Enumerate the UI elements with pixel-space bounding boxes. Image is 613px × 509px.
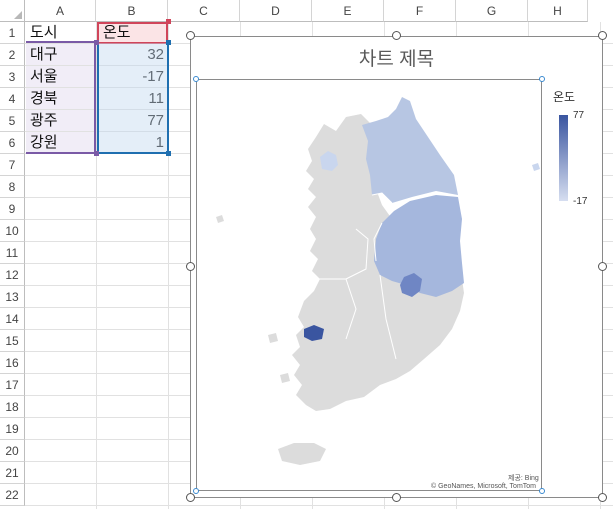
row-header-16[interactable]: 16 [0,352,25,374]
row-header-1[interactable]: 1 [0,22,25,44]
column-header-f[interactable]: F [384,0,456,22]
attribution-provider: 제공: Bing [508,475,539,482]
legend-title: 온도 [553,90,576,104]
range-handle[interactable] [94,40,99,45]
legend-max-value: 77 [573,110,585,121]
chart-resize-handle-br[interactable] [598,493,607,502]
row-header-12[interactable]: 12 [0,264,25,286]
row-header-10[interactable]: 10 [0,220,25,242]
row-header-5[interactable]: 5 [0,110,25,132]
row-header-22[interactable]: 22 [0,484,25,506]
row-header-17[interactable]: 17 [0,374,25,396]
cell-b1[interactable]: 온도 [97,22,168,44]
row-header-8[interactable]: 8 [0,176,25,198]
island [280,373,290,383]
range-a-highlight [26,43,96,154]
chart-resize-handle-l[interactable] [186,262,195,271]
chart-resize-handle-tl[interactable] [186,31,195,40]
range-handle[interactable] [166,19,171,24]
row-header-19[interactable]: 19 [0,418,25,440]
select-all-corner[interactable] [0,0,25,22]
row-header-7[interactable]: 7 [0,154,25,176]
row-header-13[interactable]: 13 [0,286,25,308]
plot-resize-handle-br[interactable] [539,488,545,494]
chart-resize-handle-t[interactable] [392,31,401,40]
plot-resize-handle-tl[interactable] [193,76,199,82]
plot-resize-handle-bl[interactable] [193,488,199,494]
attribution-copyright: © GeoNames, Microsoft, TomTom [431,483,536,490]
column-header-h[interactable]: H [528,0,588,22]
chart-resize-handle-tr[interactable] [598,31,607,40]
row-header-4[interactable]: 4 [0,88,25,110]
region-jeju [278,443,326,465]
column-header-d[interactable]: D [240,0,312,22]
row-header-14[interactable]: 14 [0,308,25,330]
chart-resize-handle-r[interactable] [598,262,607,271]
column-header-g[interactable]: G [456,0,528,22]
row-header-2[interactable]: 2 [0,44,25,66]
region-gangwon [362,97,458,203]
korea-map [216,97,540,465]
chart-resize-handle-b[interactable] [392,493,401,502]
island [216,215,224,223]
row-header-15[interactable]: 15 [0,330,25,352]
island [268,333,278,343]
island [532,163,540,171]
range-b-highlight [97,43,169,154]
row-header-11[interactable]: 11 [0,242,25,264]
row-header-21[interactable]: 21 [0,462,25,484]
range-handle[interactable] [94,151,99,156]
chart-title[interactable]: 차트 제목 [190,44,603,71]
plot-resize-handle-tr[interactable] [539,76,545,82]
row-header-3[interactable]: 3 [0,66,25,88]
cell-a1[interactable]: 도시 [26,22,96,43]
column-header-c[interactable]: C [168,0,240,22]
chart-resize-handle-bl[interactable] [186,493,195,502]
column-header-a[interactable]: A [25,0,96,22]
range-handle[interactable] [166,40,171,45]
range-handle[interactable] [166,151,171,156]
row-header-20[interactable]: 20 [0,440,25,462]
row-header-18[interactable]: 18 [0,396,25,418]
legend-color-scale [559,115,568,201]
column-header-b[interactable]: B [96,0,168,22]
legend-min-value: -17 [573,196,588,207]
row-header-6[interactable]: 6 [0,132,25,154]
column-header-e[interactable]: E [312,0,384,22]
row-header-9[interactable]: 9 [0,198,25,220]
